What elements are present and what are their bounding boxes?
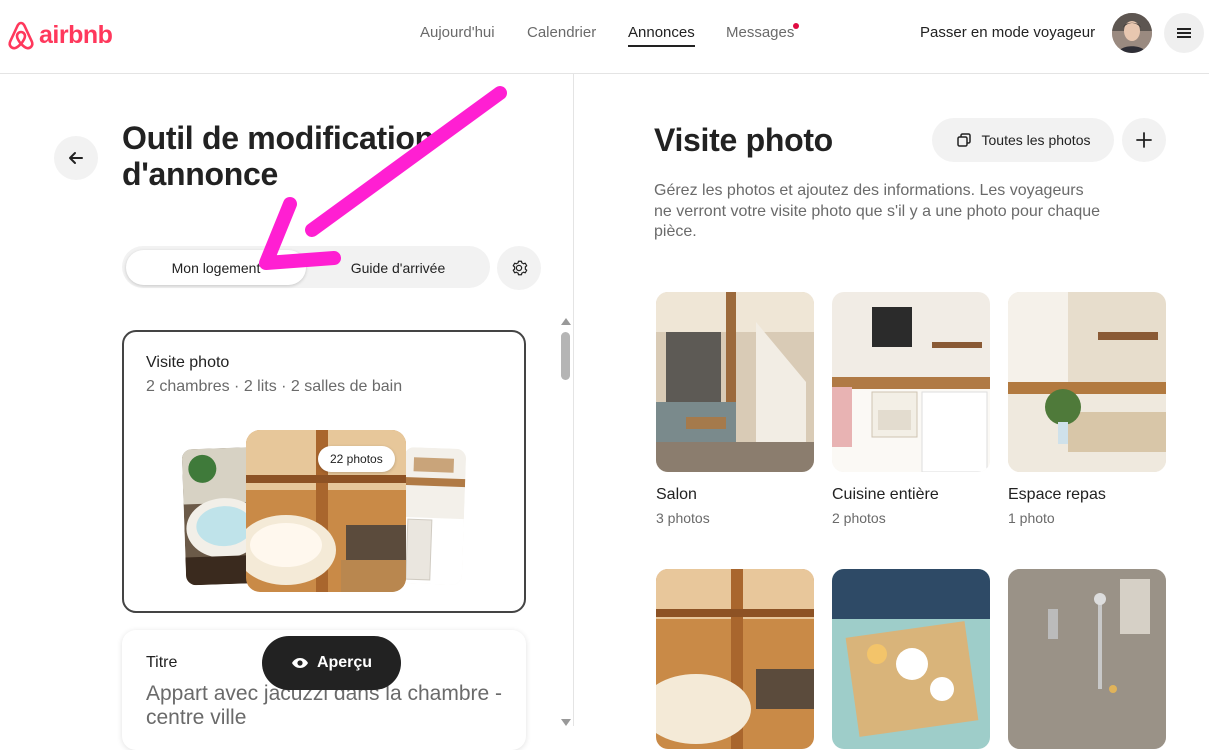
room-photo-salon (656, 292, 814, 472)
photo-tour-card-summary: 2 chambres · 2 lits · 2 salles de bain (146, 378, 403, 395)
photo-count-badge: 22 photos (318, 446, 395, 472)
page-title: Outil de modification d'annonce (122, 120, 434, 192)
photo-tour-card-title: Visite photo (146, 354, 230, 371)
room-photo-petit-dejeuner (832, 569, 990, 749)
menu-icon (1177, 28, 1191, 38)
settings-button[interactable] (497, 246, 541, 290)
room-card[interactable] (1008, 569, 1166, 749)
room-photo-count: 3 photos (656, 510, 710, 526)
room-card[interactable]: Salon 3 photos (656, 292, 814, 526)
preview-button-label: Aperçu (316, 654, 373, 671)
room-name: Salon (656, 486, 697, 503)
all-photos-label: Toutes les photos (981, 132, 1091, 148)
room-card[interactable] (832, 569, 990, 749)
add-photo-button[interactable] (1122, 118, 1166, 162)
airbnb-logo-icon (8, 21, 34, 50)
room-photo-cuisine (832, 292, 990, 472)
all-photos-button[interactable]: Toutes les photos (932, 118, 1114, 162)
preview-button[interactable]: Aperçu (262, 636, 401, 690)
room-photo-salle-de-bain (1008, 569, 1166, 749)
plus-icon (1136, 132, 1152, 148)
photo-tour-title: Visite photo (654, 122, 833, 158)
room-photo-count: 2 photos (832, 510, 886, 526)
listing-mode-toggle: Mon logement Guide d'arrivée (122, 246, 490, 288)
back-arrow-icon (69, 152, 83, 164)
brand-name: airbnb (39, 20, 113, 49)
photo-kitchen-side (399, 446, 467, 586)
room-photo-espace-repas (1008, 292, 1166, 472)
nav-calendar[interactable]: Calendrier (527, 24, 596, 41)
airbnb-logo[interactable]: airbnb (6, 19, 113, 51)
room-card[interactable]: Espace repas 1 photo (1008, 292, 1166, 526)
avatar-image (1112, 13, 1152, 53)
switch-to-traveler-link[interactable]: Passer en mode voyageur (920, 24, 1095, 41)
gear-icon (512, 260, 528, 276)
room-name: Cuisine entière (832, 486, 939, 503)
avatar[interactable] (1112, 13, 1152, 53)
nav-listings[interactable]: Annonces (628, 24, 695, 47)
title-card-label: Titre (146, 654, 178, 671)
tab-arrival-guide[interactable]: Guide d'arrivée (310, 250, 486, 285)
panel-divider (573, 74, 574, 726)
back-button[interactable] (54, 136, 98, 180)
scroll-up-arrow[interactable] (561, 318, 571, 325)
room-name: Espace repas (1008, 486, 1106, 503)
nav-messages[interactable]: Messages (726, 24, 794, 41)
photo-tour-card[interactable]: Visite photo 2 chambres · 2 lits · 2 sal… (122, 330, 526, 613)
scroll-thumb[interactable] (561, 332, 570, 380)
left-panel-scrollbar[interactable] (560, 318, 572, 726)
nav-today[interactable]: Aujourd'hui (420, 24, 495, 41)
top-navigation-bar: airbnb Aujourd'hui Calendrier Annonces M… (0, 0, 1209, 74)
room-photo-count: 1 photo (1008, 510, 1055, 526)
photo-stack: 22 photos (181, 430, 467, 592)
scroll-down-arrow[interactable] (561, 719, 571, 726)
copy-icon (956, 133, 971, 147)
room-card[interactable]: Cuisine entière 2 photos (832, 292, 990, 526)
room-photo-chambre-jacuzzi (656, 569, 814, 749)
eye-icon (291, 658, 308, 668)
tab-my-listing[interactable]: Mon logement (126, 250, 306, 285)
main-menu-button[interactable] (1164, 13, 1204, 53)
room-card[interactable] (656, 569, 814, 749)
photo-tour-description: Gérez les photos et ajoutez des informat… (654, 182, 1101, 240)
messages-notification-dot (793, 23, 799, 29)
